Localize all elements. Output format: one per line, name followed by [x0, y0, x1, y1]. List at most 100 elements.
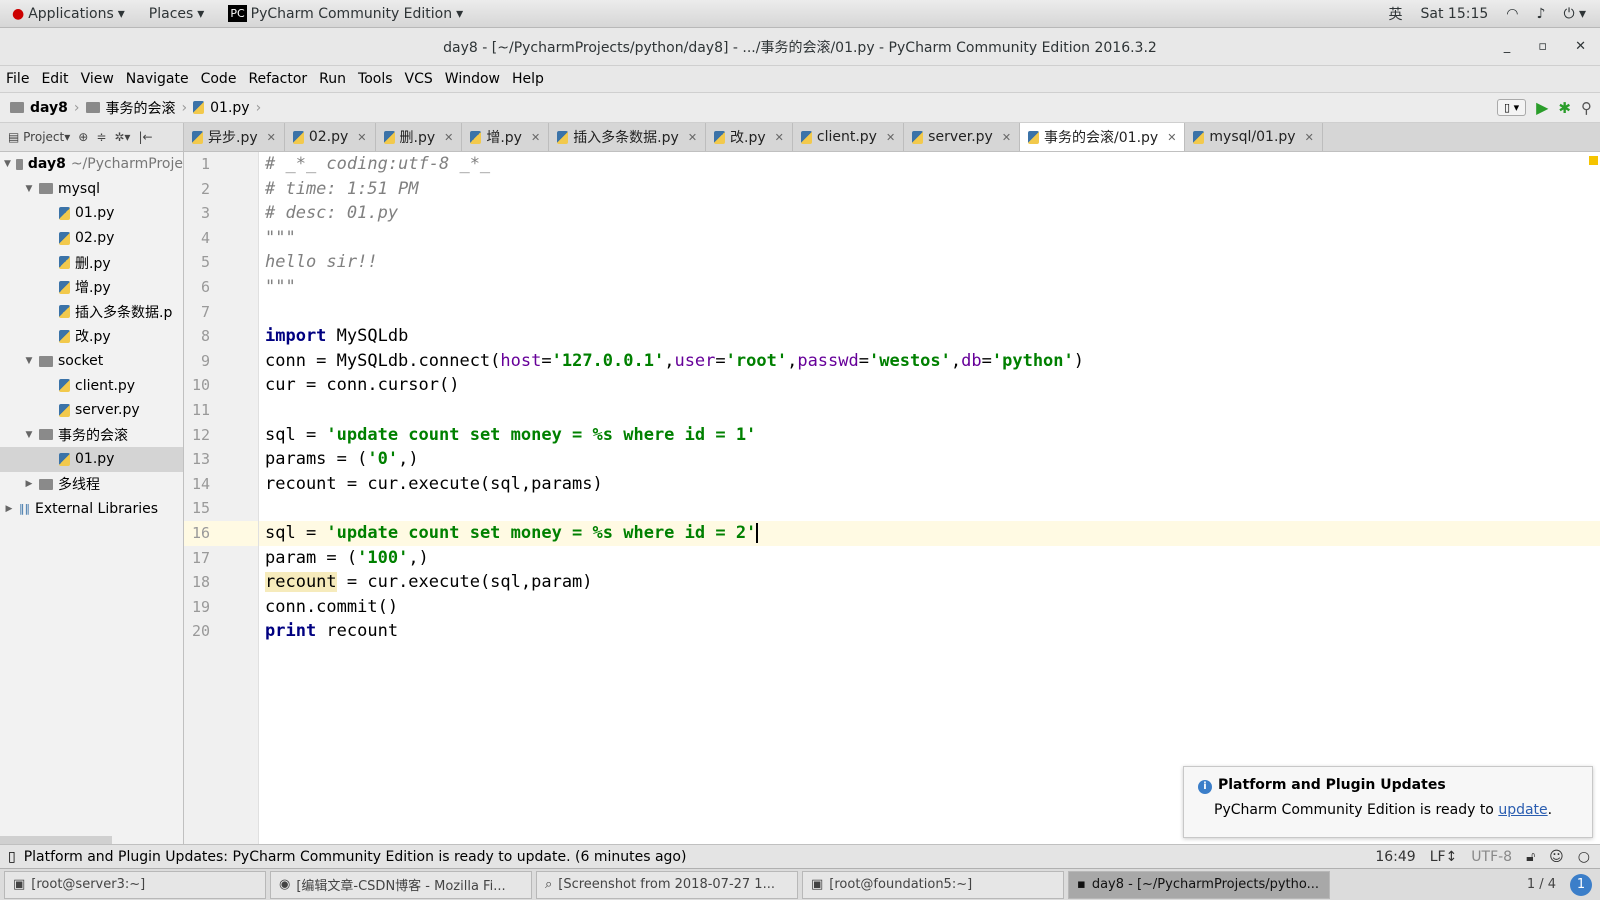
menu-tools[interactable]: Tools	[352, 71, 399, 87]
inspector-icon[interactable]: ☺	[1549, 849, 1564, 865]
breadcrumb-day8[interactable]: day8	[30, 100, 68, 116]
locate-icon[interactable]: ⊕	[78, 130, 88, 144]
places-label: Places	[148, 5, 194, 22]
collapsed-arrow-icon[interactable]: ▶	[24, 479, 34, 489]
code-token: passwd	[797, 350, 859, 371]
tree-item[interactable]: server.py	[0, 398, 183, 423]
menu-file[interactable]: File	[0, 71, 35, 87]
close-tab-icon[interactable]: ✕	[531, 131, 540, 144]
hide-icon[interactable]: |←	[138, 130, 152, 144]
tab-1[interactable]: 02.py ✕	[285, 123, 376, 151]
run-config-select[interactable]: ▯ ▾	[1497, 99, 1527, 116]
close-tab-icon[interactable]: ✕	[886, 131, 895, 144]
menu-help[interactable]: Help	[506, 71, 550, 87]
minimize-button[interactable]: _	[1504, 39, 1511, 54]
tree-item[interactable]: 02.py	[0, 226, 183, 251]
tree-item[interactable]: ▼ day8 ~/PycharmProje	[0, 152, 183, 177]
places-menu[interactable]: Places ▾	[137, 6, 217, 22]
caret-position[interactable]: 16:49	[1375, 849, 1415, 865]
taskbar-item[interactable]: ⌕ [Screenshot from 2018-07-27 1...	[536, 870, 798, 899]
close-tab-icon[interactable]: ✕	[775, 131, 784, 144]
close-tab-icon[interactable]: ✕	[444, 131, 453, 144]
expanded-arrow-icon[interactable]: ▼	[24, 356, 34, 366]
close-tab-icon[interactable]: ✕	[1002, 131, 1011, 144]
tab-7[interactable]: server.py ✕	[904, 123, 1021, 151]
expanded-arrow-icon[interactable]: ▼	[24, 430, 34, 440]
lock-icon[interactable]: 🔓︎	[1526, 849, 1535, 865]
project-view-select[interactable]: ▤ Project▾	[8, 130, 70, 144]
app-menu[interactable]: PC PyCharm Community Edition ▾	[216, 5, 475, 22]
wifi-icon[interactable]: ◠	[1506, 6, 1518, 22]
close-button[interactable]: ✕	[1575, 39, 1586, 54]
tab-8[interactable]: 事务的会滚/01.py ✕	[1020, 123, 1186, 151]
status-message[interactable]: Platform and Plugin Updates: PyCharm Com…	[24, 849, 687, 865]
tree-item[interactable]: 改.py	[0, 324, 183, 349]
collapsed-arrow-icon[interactable]: ▶	[4, 504, 14, 514]
breadcrumb-folder[interactable]: 事务的会滚	[106, 98, 176, 118]
tree-item[interactable]: ▼ socket	[0, 349, 183, 374]
tab-5[interactable]: 改.py ✕	[706, 123, 793, 151]
debug-icon[interactable]: ✱	[1558, 99, 1571, 117]
taskbar-item[interactable]: ▪ day8 - [~/PycharmProjects/pytho...	[1068, 870, 1330, 899]
tab-4[interactable]: 插入多条数据.py ✕	[549, 123, 707, 151]
tab-3[interactable]: 增.py ✕	[462, 123, 550, 151]
file-encoding[interactable]: UTF-8	[1471, 849, 1512, 865]
close-tab-icon[interactable]: ✕	[688, 131, 697, 144]
tree-item[interactable]: ▶ ‖‖ External Libraries	[0, 496, 183, 521]
horizontal-scrollbar[interactable]	[0, 836, 112, 844]
menu-navigate[interactable]: Navigate	[120, 71, 195, 87]
tree-item[interactable]: 删.py	[0, 250, 183, 275]
tab-label: mysql/01.py	[1209, 129, 1296, 145]
close-tab-icon[interactable]: ✕	[1305, 131, 1314, 144]
menu-window[interactable]: Window	[439, 71, 506, 87]
search-icon[interactable]: ⚲	[1581, 99, 1592, 117]
breadcrumb-file[interactable]: 01.py	[210, 100, 249, 116]
tree-item[interactable]: 插入多条数据.p	[0, 300, 183, 325]
clock[interactable]: Sat 15:15	[1421, 6, 1489, 22]
maximize-button[interactable]: ▫	[1538, 39, 1547, 54]
workspace-indicator[interactable]: 1 / 4	[1527, 877, 1566, 892]
code-editor[interactable]: # _*_ coding:utf-8 _*_ # time: 1:51 PM # d…	[259, 152, 1600, 844]
expanded-arrow-icon[interactable]: ▼	[24, 184, 34, 194]
menu-run[interactable]: Run	[313, 71, 352, 87]
power-icon[interactable]: ⏻ ▾	[1563, 6, 1586, 22]
tree-item[interactable]: 增.py	[0, 275, 183, 300]
tab-6[interactable]: client.py ✕	[793, 123, 905, 151]
input-method[interactable]: 英	[1389, 4, 1403, 24]
menu-refactor[interactable]: Refactor	[242, 71, 313, 87]
tree-item[interactable]: ▼ mysql	[0, 177, 183, 202]
expanded-arrow-icon[interactable]: ▼	[4, 159, 11, 169]
tab-0[interactable]: 异步.py ✕	[184, 123, 285, 151]
notification-count-icon[interactable]: 1	[1570, 873, 1592, 896]
tree-item[interactable]: 01.py	[0, 201, 183, 226]
tree-item[interactable]: ▶ 多线程	[0, 472, 183, 497]
tree-item[interactable]: ▼ 事务的会滚	[0, 423, 183, 448]
tab-2[interactable]: 删.py ✕	[376, 123, 463, 151]
menu-code[interactable]: Code	[195, 71, 243, 87]
status-toggle-icon[interactable]: ▯	[8, 849, 16, 865]
taskbar-item[interactable]: ◉ [编辑文章-CSDN博客 - Mozilla Fi...	[270, 870, 532, 899]
tree-item[interactable]: 01.py	[0, 447, 183, 472]
collapse-icon[interactable]: ≑	[96, 130, 106, 144]
terminal-icon: ▣	[811, 877, 824, 892]
tree-item[interactable]: client.py	[0, 373, 183, 398]
taskbar-item[interactable]: ▣ [root@server3:~]	[4, 870, 266, 899]
taskbar-item[interactable]: ▣ [root@foundation5:~]	[802, 870, 1064, 899]
menu-view[interactable]: View	[75, 71, 120, 87]
project-tool-header: ▤ Project▾ ⊕ ≑ ✲▾ |←	[0, 123, 184, 151]
event-log-icon[interactable]: ○	[1578, 849, 1590, 865]
menu-vcs[interactable]: VCS	[399, 71, 439, 87]
line-separator[interactable]: LF↕	[1430, 849, 1458, 865]
tab-9[interactable]: mysql/01.py ✕	[1185, 123, 1323, 151]
inspection-indicator[interactable]	[1589, 156, 1598, 165]
update-link[interactable]: update	[1498, 802, 1547, 818]
close-tab-icon[interactable]: ✕	[1167, 131, 1176, 144]
close-tab-icon[interactable]: ✕	[357, 131, 366, 144]
gear-icon[interactable]: ✲▾	[114, 130, 130, 144]
code-token: conn = MySQLdb.connect(	[265, 350, 501, 371]
menu-edit[interactable]: Edit	[35, 71, 74, 87]
volume-icon[interactable]: ♪	[1537, 6, 1546, 22]
run-icon[interactable]: ▶	[1536, 98, 1548, 117]
applications-menu[interactable]: ● Applications ▾	[0, 6, 137, 22]
close-tab-icon[interactable]: ✕	[267, 131, 276, 144]
